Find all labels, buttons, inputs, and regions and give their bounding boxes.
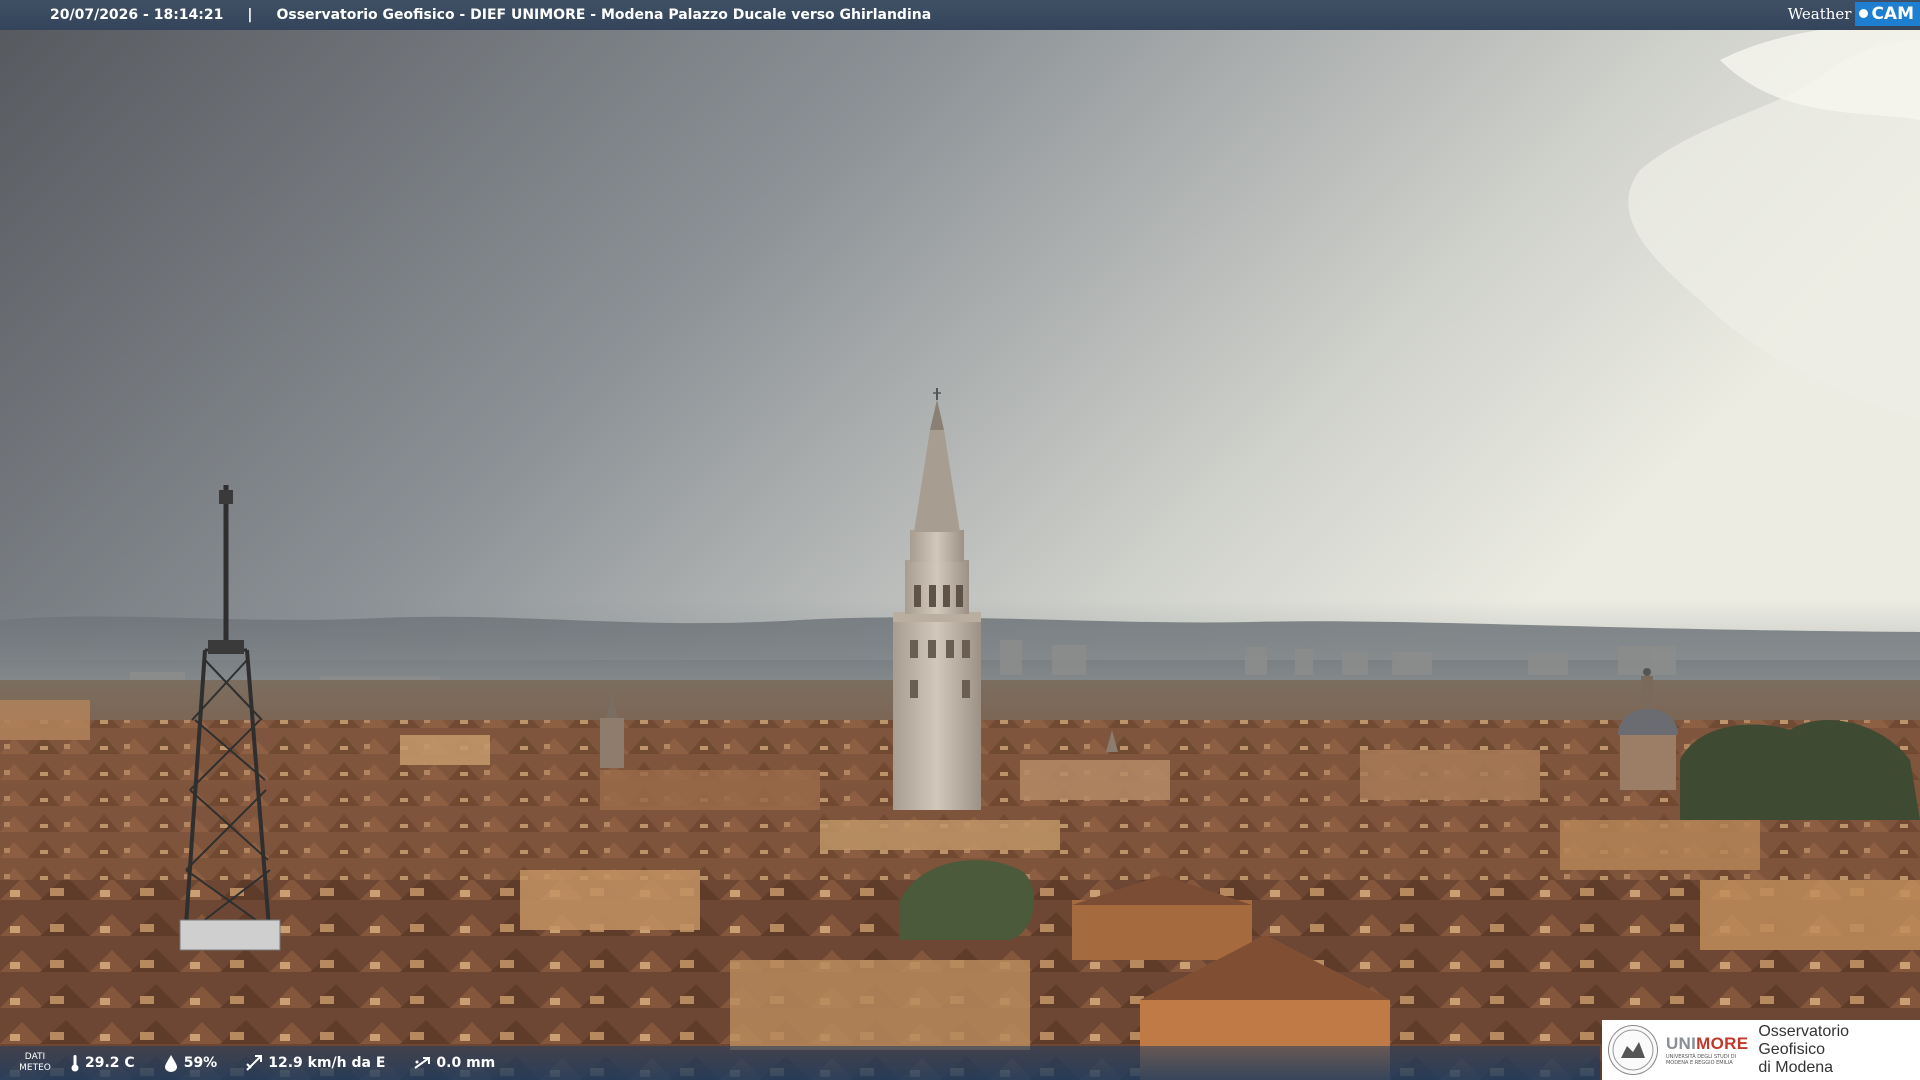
thermometer-icon bbox=[71, 1055, 79, 1072]
university-seal-icon bbox=[1608, 1025, 1658, 1075]
weather-data-label: DATI METEO bbox=[0, 1052, 70, 1074]
wind-reading: 12.9 km/h da E bbox=[245, 1054, 385, 1072]
brand-cam-badge: CAM bbox=[1855, 1, 1920, 26]
unimore-wordmark: UNIMORE UNIVERSITÀ DEGLI STUDI DI MODENA… bbox=[1666, 1034, 1748, 1066]
weather-data-bar: DATI METEO 29.2 C 59% 12.9 km/h da E 0.0… bbox=[0, 1046, 1600, 1080]
rain-reading: 0.0 mm bbox=[413, 1054, 495, 1072]
humidity-reading: 59% bbox=[163, 1054, 218, 1072]
unimore-logo-panel: UNIMORE UNIVERSITÀ DEGLI STUDI DI MODENA… bbox=[1602, 1020, 1920, 1080]
camera-dot-icon bbox=[1859, 9, 1869, 18]
temperature-reading: 29.2 C bbox=[70, 1054, 135, 1072]
observatory-line1: Osservatorio Geofisico bbox=[1758, 1023, 1850, 1058]
brand-weather-text: Weather bbox=[1787, 4, 1852, 23]
uni-prefix: UNI bbox=[1665, 1034, 1697, 1053]
unimore-name: UNIMORE bbox=[1666, 1034, 1748, 1054]
unimore-subtitle: UNIVERSITÀ DEGLI STUDI DI MODENA E REGGI… bbox=[1665, 1054, 1737, 1066]
weather-label-line2: METEO bbox=[19, 1063, 51, 1073]
weather-label-line1: DATI bbox=[24, 1052, 46, 1062]
wind-value: 12.9 km/h da E bbox=[268, 1055, 386, 1071]
wind-vane-icon bbox=[246, 1055, 263, 1071]
brand-cam-text: CAM bbox=[1871, 3, 1914, 24]
temperature-value: 29.2 C bbox=[85, 1055, 135, 1071]
rain-gauge-icon bbox=[414, 1057, 431, 1069]
camera-caption: Osservatorio Geofisico - DIEF UNIMORE - … bbox=[276, 7, 932, 23]
separator: | bbox=[247, 7, 253, 23]
top-caption-bar: 20/07/2026 - 18:14:21 | Osservatorio Geo… bbox=[0, 0, 1920, 30]
webcam-scene bbox=[0, 0, 1920, 1080]
rain-value: 0.0 mm bbox=[436, 1055, 496, 1071]
observatory-line2: di Modena bbox=[1758, 1059, 1834, 1076]
humidity-drop-icon bbox=[164, 1055, 177, 1072]
weathercam-logo: Weather CAM bbox=[1784, 0, 1920, 27]
uni-suffix: MORE bbox=[1696, 1034, 1749, 1053]
timestamp: 20/07/2026 - 18:14:21 bbox=[50, 7, 224, 23]
humidity-value: 59% bbox=[183, 1055, 218, 1071]
observatory-name: Osservatorio Geofisico di Modena bbox=[1758, 1023, 1920, 1077]
